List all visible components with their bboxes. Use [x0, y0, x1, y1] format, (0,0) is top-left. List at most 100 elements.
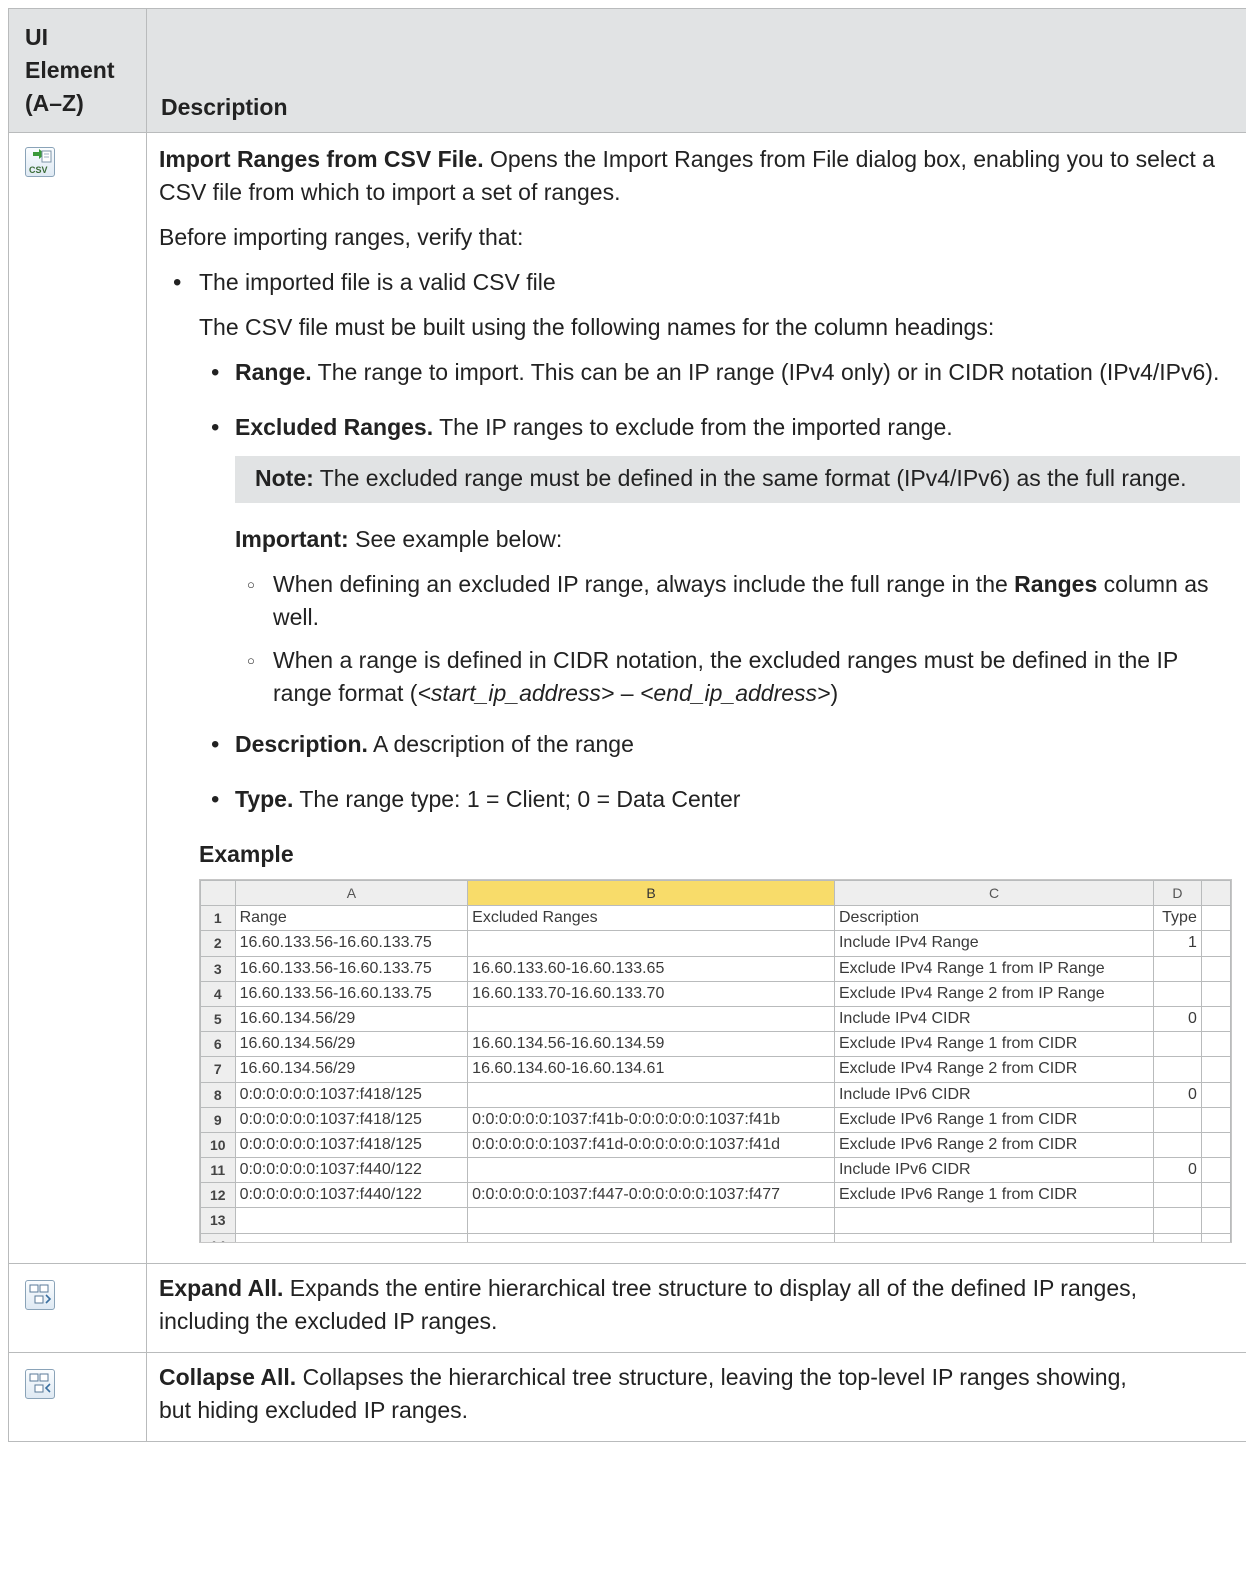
range-title: Range. [235, 359, 312, 385]
col-header-c: C [833, 880, 1155, 907]
cell-excluded-ranges: Excluded Ranges [467, 905, 835, 932]
cell-range: 16.60.134.56/29 [234, 1005, 469, 1033]
cell-excluded-ranges [467, 1081, 835, 1108]
spreadsheet-row: 10 0:0:0:0:0:0:1037:f418/125 0:0:0:0:0:0:1… [200, 1131, 1231, 1159]
col-header-b: B [467, 880, 835, 907]
col-header-extra [1200, 880, 1231, 907]
cell-extra [1200, 1207, 1231, 1234]
spreadsheet-row: 3 16.60.133.56-16.60.133.75 16.60.133.60-1… [200, 955, 1231, 982]
cell-description: Exclude IPv6 Range 1 from CIDR [833, 1106, 1155, 1133]
sub1-text: When defining an excluded IP range, alwa… [273, 571, 1015, 597]
spreadsheet-row: 12 0:0:0:0:0:0:1037:f440/122 0:0:0:0:0:0:1… [200, 1182, 1231, 1209]
column-list-2: Description. A description of the range … [199, 728, 1240, 816]
spreadsheet-row: 5 16.60.134.56/29 Include IPv4 CIDR 0 [200, 1005, 1231, 1033]
import-title: Import Ranges from CSV File. [159, 146, 484, 172]
cell-extra [1200, 1232, 1231, 1242]
cell-type [1153, 1131, 1202, 1159]
collapse-all-icon[interactable] [25, 1369, 55, 1399]
import-ranges-row: CSV Import Ranges from CSV File. Opens t… [8, 132, 1246, 1264]
important-title: Important: [235, 526, 349, 552]
cell-excluded-ranges [467, 1207, 835, 1234]
spreadsheet-row: 6 16.60.134.56/29 16.60.134.56-16.60.134.5… [200, 1031, 1231, 1058]
cell-type [1153, 955, 1202, 982]
row-number: 10 [200, 1131, 236, 1159]
sub2-close: ) [830, 680, 839, 706]
cell-type: 0 [1153, 1005, 1202, 1033]
row-number: 1 [200, 905, 236, 932]
description-text: A description of the range [367, 731, 634, 757]
col-header-a: A [234, 880, 469, 907]
cell-description [833, 1232, 1155, 1242]
cell-range [234, 1232, 469, 1242]
excluded-title: Excluded Ranges. [235, 414, 434, 440]
header-description: Description [146, 8, 1246, 133]
sub2-end-ip: <end_ip_address> [639, 680, 831, 706]
import-icon-cell: CSV [8, 132, 147, 1264]
row-number: 12 [200, 1182, 236, 1209]
expand-all-row: Expand All. Expands the entire hierarchi… [8, 1263, 1246, 1353]
important-text: See example below: [348, 526, 563, 552]
spreadsheet-row: 1 Range Excluded Ranges Description Type [200, 905, 1231, 932]
spreadsheet-row: 13 [200, 1207, 1231, 1234]
important-list: When defining an excluded IP range, alwa… [199, 568, 1240, 710]
expand-all-icon[interactable] [25, 1280, 55, 1310]
row-number: 7 [200, 1056, 236, 1083]
cell-range: Range [234, 905, 469, 932]
cell-range: 0:0:0:0:0:0:1037:f440/122 [234, 1157, 469, 1184]
important-line: Important: See example below: [199, 523, 1240, 556]
spreadsheet-grid: A B C D 1 Range Excluded Ranges Description… [200, 880, 1231, 1242]
column-excluded-ranges: Excluded Ranges. The IP ranges to exclud… [199, 411, 1240, 444]
cell-excluded-ranges: 0:0:0:0:0:0:1037:f41b-0:0:0:0:0:0:1037:f… [467, 1106, 835, 1133]
row-number: 3 [200, 955, 236, 982]
expand-text: Expands the entire hierarchical tree str… [159, 1275, 1138, 1334]
cell-excluded-ranges [467, 930, 835, 957]
cell-type: 0 [1153, 1157, 1202, 1184]
cell-description: Description [833, 905, 1155, 932]
spreadsheet-row: 11 0:0:0:0:0:0:1037:f440/122 Include IPv6 … [200, 1157, 1231, 1184]
cell-description: Exclude IPv6 Range 1 from CIDR [833, 1182, 1155, 1209]
description-title: Description. [235, 731, 368, 757]
cell-range: 0:0:0:0:0:0:1037:f440/122 [234, 1182, 469, 1209]
spreadsheet-row: 14 [200, 1232, 1231, 1242]
cell-excluded-ranges [467, 1232, 835, 1242]
sub1-ranges: Ranges [1014, 571, 1098, 597]
row-number: 14 [200, 1232, 236, 1242]
cell-excluded-ranges [467, 1005, 835, 1033]
cell-description: Exclude IPv4 Range 1 from CIDR [833, 1031, 1155, 1058]
cell-range: 16.60.133.56-16.60.133.75 [234, 980, 469, 1007]
cell-type [1153, 1182, 1202, 1209]
cell-excluded-ranges [467, 1157, 835, 1184]
cell-type: 0 [1153, 1081, 1202, 1108]
cell-extra [1200, 1182, 1231, 1209]
spreadsheet-row: 8 0:0:0:0:0:0:1037:f418/125 Include IPv6 C… [200, 1081, 1231, 1108]
type-title: Type. [235, 786, 294, 812]
expand-title: Expand All. [159, 1275, 284, 1301]
excluded-text: The IP ranges to exclude from the import… [433, 414, 953, 440]
spreadsheet-row: 2 16.60.133.56-16.60.133.75 Include IPv4 R… [200, 930, 1231, 957]
import-csv-icon[interactable]: CSV [25, 147, 55, 177]
cell-excluded-ranges: 0:0:0:0:0:0:1037:f447-0:0:0:0:0:0:1037:f… [467, 1182, 835, 1209]
cell-extra [1200, 1106, 1231, 1133]
col-header-d: D [1153, 880, 1202, 907]
cell-type [1153, 1056, 1202, 1083]
cell-description [833, 1207, 1155, 1234]
spreadsheet-row: 4 16.60.133.56-16.60.133.75 16.60.133.70-1… [200, 980, 1231, 1007]
collapse-all-row: Collapse All. Collapses the hierarchical… [8, 1352, 1246, 1442]
ui-elements-table: UI Element (A–Z) Description CSV Import … [8, 8, 1246, 1442]
cell-extra [1200, 1157, 1231, 1184]
important-item-1: When defining an excluded IP range, alwa… [235, 568, 1240, 634]
cell-excluded-ranges: 16.60.133.70-16.60.133.70 [467, 980, 835, 1007]
cell-extra [1200, 905, 1231, 932]
cell-extra [1200, 1031, 1231, 1058]
cell-description: Include IPv4 CIDR [833, 1005, 1155, 1033]
column-description: Description. A description of the range [199, 728, 1240, 761]
collapse-description: Collapse All. Collapses the hierarchical… [146, 1352, 1246, 1442]
cell-type [1153, 1207, 1202, 1234]
cell-excluded-ranges: 16.60.133.60-16.60.133.65 [467, 955, 835, 982]
spreadsheet-corner [200, 880, 236, 907]
important-item-2: When a range is defined in CIDR notation… [235, 644, 1240, 710]
cell-type: 1 [1153, 930, 1202, 957]
cell-excluded-ranges: 16.60.134.60-16.60.134.61 [467, 1056, 835, 1083]
header-ui-line3: (A–Z) [25, 90, 84, 116]
import-summary: Import Ranges from CSV File. Opens the I… [159, 143, 1240, 209]
